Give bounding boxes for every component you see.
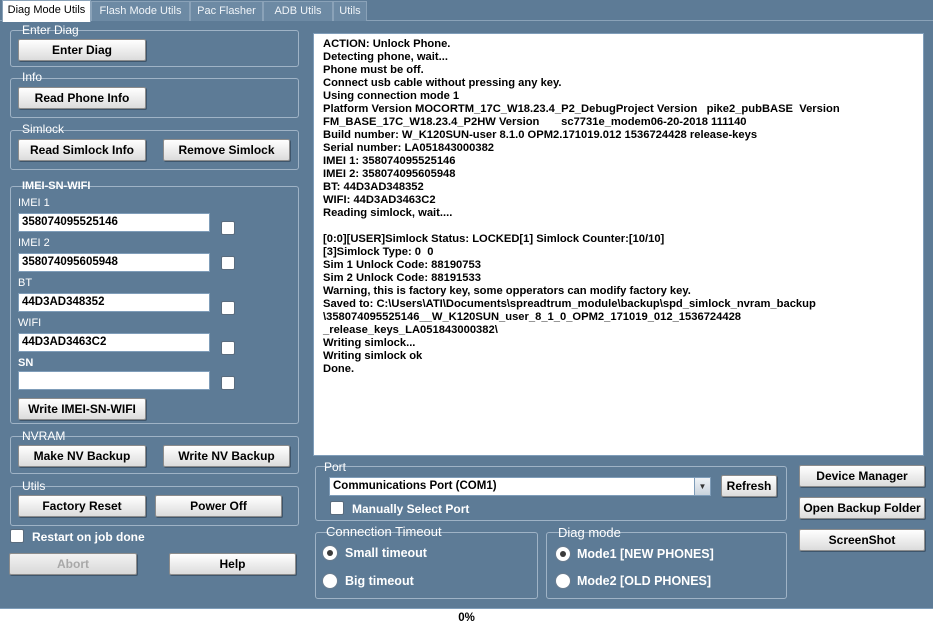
restart-on-job-done-checkbox[interactable] [10,529,24,543]
mode1-radio[interactable] [555,546,571,562]
enter-diag-button[interactable]: Enter Diag [18,39,146,61]
imei2-checkbox[interactable] [221,256,235,270]
port-select[interactable]: Communications Port (COM1) ▼ [329,477,711,496]
power-off-button[interactable]: Power Off [155,495,282,517]
wifi-label: WIFI [18,317,42,329]
port-group-label: Port [324,460,347,474]
small-timeout-label: Small timeout [345,546,427,560]
wifi-field[interactable]: 44D3AD3463C2 [18,333,210,352]
utils-group-label: Utils [22,479,46,493]
tab-pac-flasher[interactable]: Pac Flasher [190,1,263,21]
port-select-value: Communications Port (COM1) [333,480,497,492]
bt-field[interactable]: 44D3AD348352 [18,293,210,312]
sn-label: SN [18,357,34,369]
connection-timeout-group [315,532,538,599]
write-nv-backup-button[interactable]: Write NV Backup [163,445,290,467]
sn-field[interactable] [18,371,210,390]
help-button[interactable]: Help [169,553,296,575]
tab-utils[interactable]: Utils [333,1,367,21]
log-output[interactable]: ACTION: Unlock Phone. Detecting phone, w… [313,33,924,456]
screenshot-button[interactable]: ScreenShot [799,529,925,551]
write-imei-sn-wifi-button[interactable]: Write IMEI-SN-WIFI [18,398,146,420]
connection-timeout-group-label: Connection Timeout [326,524,442,539]
progress-bar: 0% [0,608,933,626]
remove-simlock-button[interactable]: Remove Simlock [163,139,290,161]
refresh-button[interactable]: Refresh [721,475,777,497]
read-simlock-info-button[interactable]: Read Simlock Info [18,139,146,161]
small-timeout-radio[interactable] [322,545,338,561]
manually-select-port-label: Manually Select Port [352,502,470,516]
progress-text: 0% [458,612,475,624]
mode1-label: Mode1 [NEW PHONES] [577,547,714,561]
restart-on-job-done-label: Restart on job done [32,530,145,544]
factory-reset-button[interactable]: Factory Reset [18,495,146,517]
bt-checkbox[interactable] [221,301,235,315]
big-timeout-radio[interactable] [322,573,338,589]
info-group-label: Info [22,70,43,84]
sn-checkbox[interactable] [221,376,235,390]
imei2-label: IMEI 2 [18,237,50,249]
nvram-group-label: NVRAM [22,429,66,443]
tab-adb-utils[interactable]: ADB Utils [263,1,333,21]
abort-button[interactable]: Abort [9,553,137,575]
imei1-field[interactable]: 358074095525146 [18,213,210,232]
simlock-group-label: Simlock [22,122,65,136]
device-manager-button[interactable]: Device Manager [799,465,925,487]
bt-label: BT [18,277,33,289]
imei2-field[interactable]: 358074095605948 [18,253,210,272]
tab-diag-mode-utils[interactable]: Diag Mode Utils [2,0,91,22]
read-phone-info-button[interactable]: Read Phone Info [18,87,146,109]
make-nv-backup-button[interactable]: Make NV Backup [18,445,146,467]
tab-bar: Diag Mode Utils Flash Mode Utils Pac Fla… [0,0,933,22]
manually-select-port-checkbox[interactable] [330,501,344,515]
mode2-label: Mode2 [OLD PHONES] [577,574,712,588]
imei1-checkbox[interactable] [221,221,235,235]
chevron-down-icon[interactable]: ▼ [694,478,710,495]
diag-mode-group [546,532,787,599]
diag-mode-group-label: Diag mode [558,525,621,540]
imei1-label: IMEI 1 [18,197,50,209]
mode2-radio[interactable] [555,573,571,589]
tab-flash-mode-utils[interactable]: Flash Mode Utils [91,1,190,21]
imei-sn-wifi-group-label: IMEI-SN-WIFI [22,180,91,192]
open-backup-folder-button[interactable]: Open Backup Folder [799,497,925,519]
enter-diag-group-label: Enter Diag [22,23,79,37]
big-timeout-label: Big timeout [345,574,414,588]
wifi-checkbox[interactable] [221,341,235,355]
